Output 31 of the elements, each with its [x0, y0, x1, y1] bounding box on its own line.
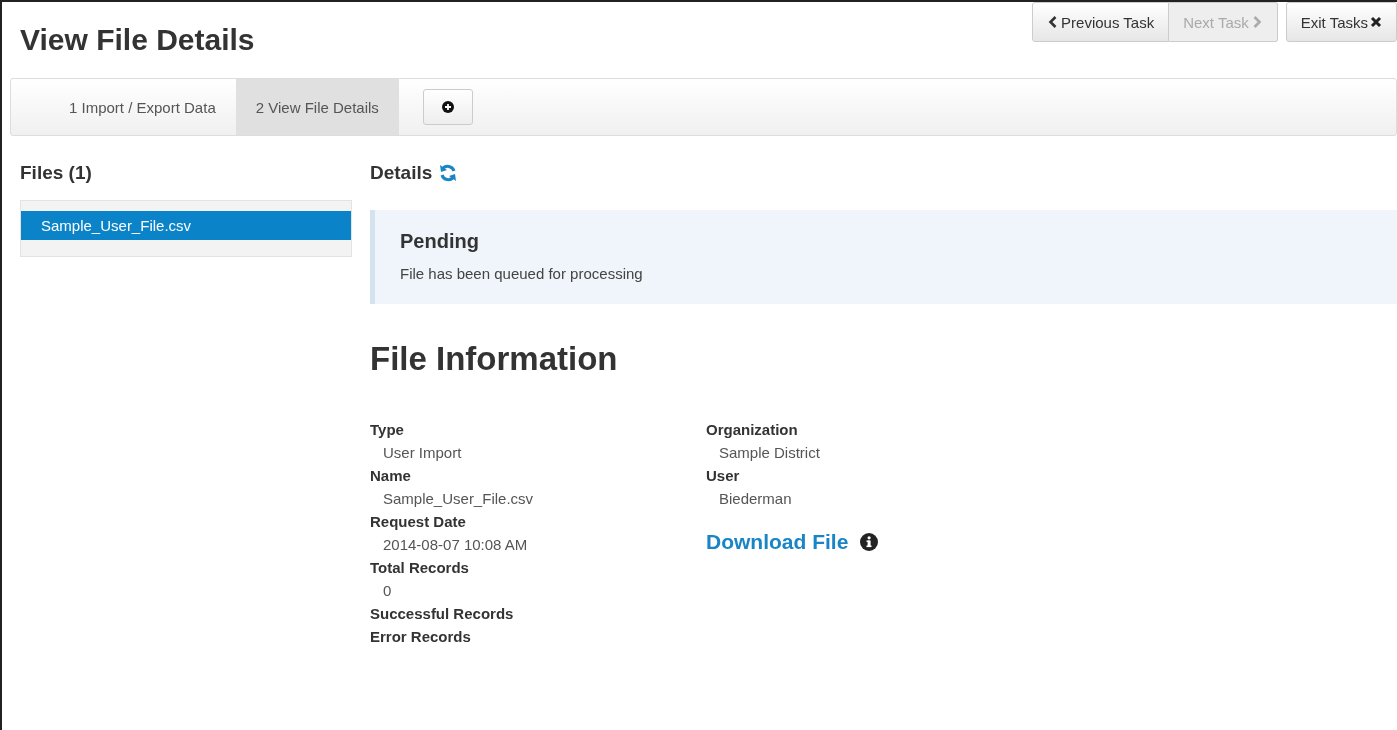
files-heading: Files (1)	[20, 162, 93, 184]
field-value: User Import	[382, 443, 463, 463]
file-item[interactable]: Sample_User_File.csv	[21, 211, 351, 240]
field-value: 2014-08-07 10:08 AM	[382, 535, 529, 555]
page-title: View File Details	[20, 23, 255, 57]
download-file-link[interactable]: Download File	[706, 530, 849, 554]
field-value: Sample District	[718, 443, 821, 463]
prev-task-button[interactable]: Previous Task	[1032, 2, 1170, 42]
field-label: Organization	[706, 420, 799, 440]
details-heading: Details	[370, 162, 433, 184]
step-tab[interactable]: 2 View File Details	[235, 79, 399, 135]
field-label: Request Date	[370, 512, 467, 532]
info-icon[interactable]	[860, 533, 879, 551]
status-title: Pending	[400, 230, 480, 253]
field-label: Name	[370, 466, 412, 486]
section-title: File Information	[370, 340, 619, 378]
exit-task-button[interactable]: Exit Tasks	[1285, 2, 1397, 42]
add-step-button[interactable]	[422, 89, 473, 125]
status-message: File has been queued for processing	[400, 265, 644, 282]
field-value: 0	[382, 581, 393, 601]
field-value: Sample_User_File.csv	[382, 489, 535, 509]
field-label: Total Records	[370, 558, 470, 578]
close-icon	[1370, 16, 1382, 28]
field-label: Type	[370, 420, 405, 440]
step-tab[interactable]: 1 Import / Export Data	[11, 79, 236, 135]
plus-circle-icon	[441, 101, 454, 113]
refresh-icon[interactable]	[438, 163, 459, 183]
field-value: Biederman	[718, 489, 793, 509]
field-label: User	[706, 466, 741, 486]
field-label: Successful Records	[370, 604, 515, 624]
field-label: Error Records	[370, 627, 472, 647]
